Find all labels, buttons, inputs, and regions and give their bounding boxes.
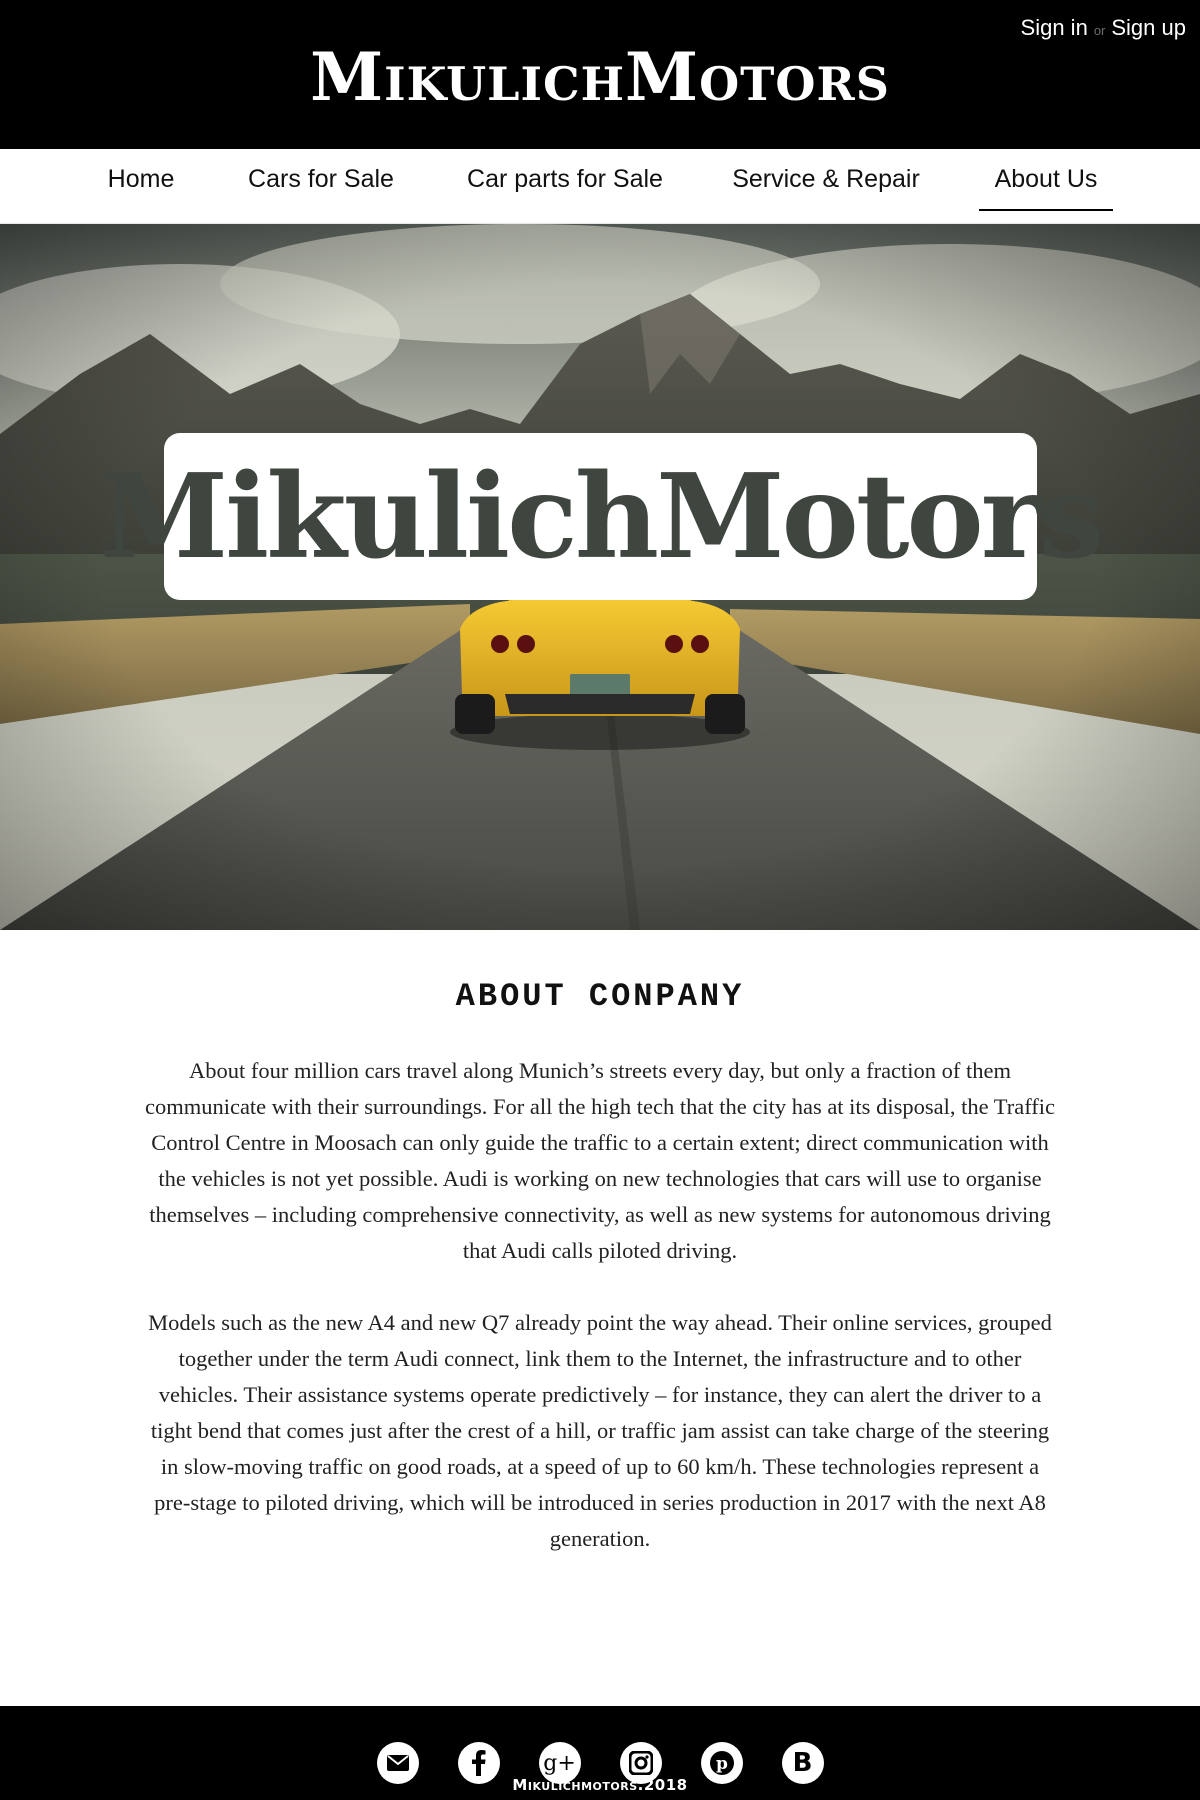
nav-service-repair[interactable]: Service & Repair (726, 149, 926, 209)
about-paragraph-2: Models such as the new A4 and new Q7 alr… (148, 1310, 1052, 1551)
main-nav: Home Cars for Sale Car parts for Sale Se… (0, 149, 1200, 224)
nav-about-us[interactable]: About Us (979, 149, 1113, 211)
hero-banner: MikulichMotors (0, 224, 1200, 930)
nav-home[interactable]: Home (96, 149, 186, 209)
hero-title-card: MikulichMotors (100, 433, 1104, 600)
svg-text:p: p (716, 1754, 728, 1774)
about-heading: ABOUT CONPANY (455, 978, 745, 1015)
site-logo[interactable]: MikulichMotors (0, 44, 1200, 110)
copyright-text: Mikulichmotors.2018 (512, 1776, 688, 1794)
top-header: Sign in or Sign up MikulichMotors (0, 0, 1200, 149)
nav-car-parts[interactable]: Car parts for Sale (460, 149, 670, 209)
hero-title: MikulichMotors (99, 448, 1104, 585)
nav-cars-for-sale[interactable]: Cars for Sale (240, 149, 402, 209)
about-paragraph-1: About four million cars travel along Mun… (144, 1058, 1056, 1263)
sign-in-link[interactable]: Sign in (1021, 15, 1088, 41)
auth-separator: or (1093, 23, 1106, 38)
sign-up-link[interactable]: Sign up (1111, 15, 1186, 41)
auth-links: Sign in or Sign up (1021, 15, 1186, 41)
page: Sign in or Sign up MikulichMotors Home C… (0, 0, 1200, 1800)
